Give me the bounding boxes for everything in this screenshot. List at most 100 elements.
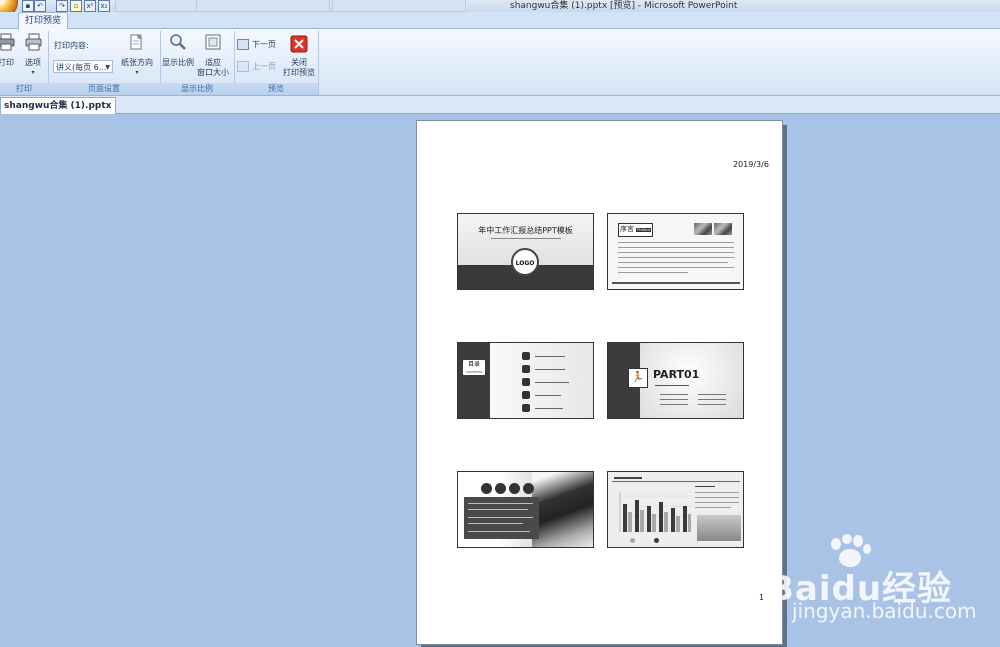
- print-preview-quick-icon[interactable]: ▫: [70, 0, 82, 12]
- text-line: [468, 531, 530, 532]
- orientation-icon: [130, 33, 143, 50]
- group-label: 预览: [234, 83, 318, 95]
- slide-thumbnail-3: 目录 CONTENTS: [457, 342, 594, 419]
- text-line: [618, 272, 688, 273]
- group-label: 页面设置: [48, 83, 160, 95]
- document-tab[interactable]: shangwu合集 (1).pptx: [0, 97, 117, 114]
- orientation-button[interactable]: 纸张方向 ▾: [119, 33, 155, 78]
- prev-page-button[interactable]: 上一页: [237, 61, 276, 72]
- slide-subtitle-line: [458, 236, 593, 240]
- slide-thumbnail-6: [607, 471, 744, 548]
- divider: [612, 481, 740, 482]
- slide-circle-icon: [495, 483, 506, 494]
- orientation-label: 纸张方向: [121, 58, 153, 67]
- taskbar-ghost-tab: [115, 0, 201, 12]
- fit-label-1: 适应: [205, 58, 221, 67]
- toc-number: [522, 365, 530, 373]
- slide-title-line: [614, 477, 642, 479]
- options-label: 选项: [25, 58, 41, 67]
- text-line: [698, 399, 726, 400]
- superscript-icon[interactable]: x²: [84, 0, 96, 12]
- slide-side-bar: [458, 343, 490, 418]
- slide-circle-icon: [481, 483, 492, 494]
- print-label: 打印: [0, 58, 14, 67]
- toc-number: [522, 391, 530, 399]
- prev-page-label: 上一页: [251, 62, 276, 71]
- window-title: shangwu合集 (1).pptx [预览] - Microsoft Powe…: [510, 1, 738, 11]
- print-icon: [0, 33, 15, 51]
- taskbar-ghost-tab: [332, 0, 466, 12]
- slide-subtitle-line: [655, 385, 689, 386]
- slide-heading-tag: Preface: [636, 228, 652, 232]
- text-line: [695, 502, 739, 503]
- page-date: 2019/3/6: [733, 160, 769, 169]
- options-button[interactable]: 选项 ▾: [22, 33, 44, 78]
- slide-thumbnail-2: 序言 Preface: [607, 213, 744, 290]
- divider: [612, 282, 740, 284]
- taskbar-ghost-tab: [196, 0, 330, 12]
- group-label: 显示比例: [160, 83, 234, 95]
- subscript-icon[interactable]: x₂: [98, 0, 110, 12]
- slide-toc-heading: 目录 CONTENTS: [463, 360, 485, 375]
- toc-text-line: [535, 356, 565, 357]
- close-preview-button[interactable]: 关闭 打印预览: [283, 35, 315, 78]
- chevron-down-icon: ▾: [31, 69, 35, 76]
- text-line: [468, 509, 528, 510]
- text-line: [468, 517, 533, 518]
- prev-page-icon: [237, 61, 249, 72]
- slide-photo: [714, 223, 732, 235]
- chevron-down-icon: ▾: [135, 69, 139, 76]
- print-content-select[interactable]: 讲义(每页 6... ▼: [53, 60, 113, 73]
- ribbon-tab-row: [0, 12, 1000, 29]
- text-line: [618, 257, 734, 258]
- text-line: [698, 394, 726, 395]
- next-page-label: 下一页: [251, 40, 276, 49]
- slide-circle-icon: [523, 483, 534, 494]
- zoom-button[interactable]: 显示比例: [162, 33, 194, 68]
- fit-window-button[interactable]: 适应 窗口大小: [196, 33, 230, 78]
- next-page-icon: [237, 39, 249, 50]
- toc-number: [522, 352, 530, 360]
- legend-marker: [654, 538, 659, 543]
- toc-text-line: [535, 382, 569, 383]
- fit-window-icon: [205, 34, 221, 50]
- slide-thumbnail-5: [457, 471, 594, 548]
- tab-print-preview[interactable]: 打印预览: [18, 12, 69, 29]
- fit-label-2: 窗口大小: [197, 68, 229, 77]
- text-line: [695, 497, 739, 498]
- slide-toc-heading-text: 目录: [467, 361, 480, 368]
- save-icon[interactable]: ▪: [22, 0, 34, 12]
- close-label-1: 关闭: [291, 58, 307, 67]
- redo-icon[interactable]: ↷: [56, 0, 68, 12]
- options-icon: [25, 33, 42, 51]
- text-line: [468, 503, 533, 504]
- toc-number: [522, 378, 530, 386]
- slide-logo: LOGO: [511, 248, 539, 276]
- next-page-button[interactable]: 下一页: [237, 39, 276, 50]
- text-line: [695, 507, 731, 508]
- toc-number: [522, 404, 530, 412]
- group-label: 打印: [0, 83, 48, 95]
- text-line: [660, 394, 688, 395]
- slide-photo: [694, 223, 712, 235]
- print-content-label: 打印内容:: [54, 41, 89, 50]
- legend-marker: [630, 538, 635, 543]
- slide-part-title: PART01: [653, 368, 700, 381]
- print-content-value: 讲义(每页 6...: [56, 63, 107, 72]
- page-number: 1: [759, 593, 765, 602]
- text-line: [660, 404, 688, 405]
- close-icon: [290, 35, 308, 53]
- text-line: [618, 262, 728, 263]
- toc-text-line: [535, 395, 561, 396]
- print-button[interactable]: 打印: [0, 33, 16, 68]
- text-line: [695, 492, 739, 493]
- slide-heading-text: 序言: [620, 225, 634, 233]
- undo-icon[interactable]: ↶: [34, 0, 46, 12]
- text-line: [695, 486, 715, 487]
- slide-toc-heading-en: CONTENTS: [465, 370, 483, 374]
- toc-text-line: [535, 408, 563, 409]
- slide-heading: 序言 Preface: [618, 223, 654, 237]
- slide-thumbnail-1: 年中工作汇报总结PPT模板 LOGO: [457, 213, 594, 290]
- text-line: [618, 242, 734, 243]
- text-line: [698, 404, 726, 405]
